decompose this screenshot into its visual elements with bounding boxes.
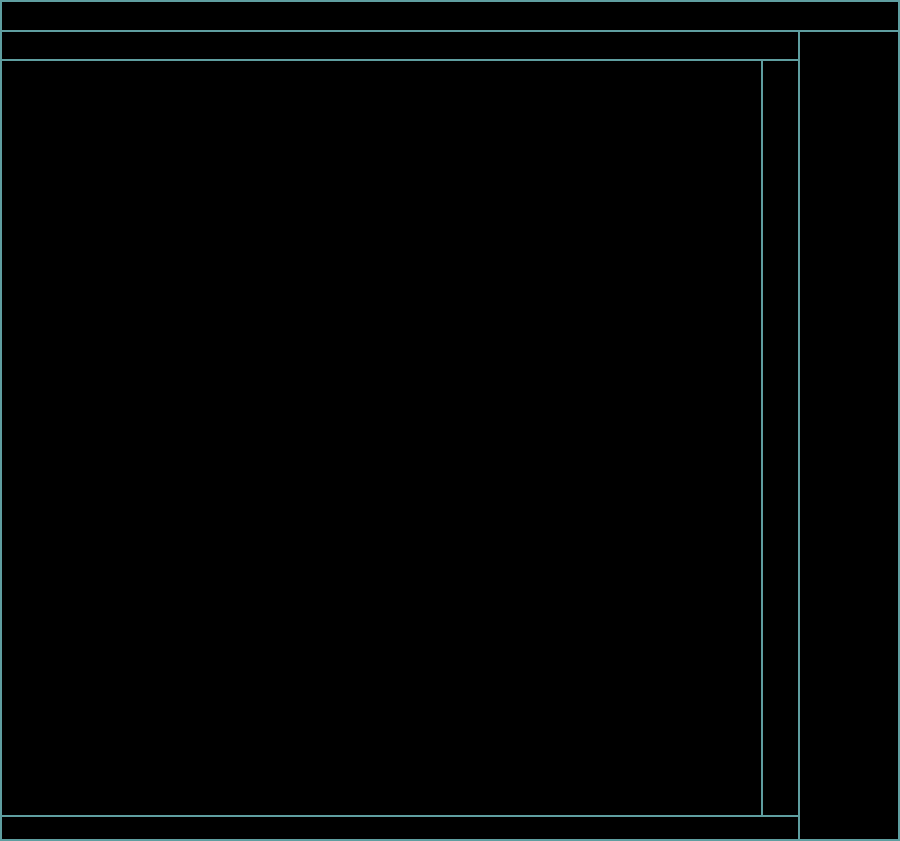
window-title <box>2 2 898 30</box>
divider <box>2 30 898 32</box>
right-axis <box>761 59 798 815</box>
radar-map[interactable] <box>2 59 761 815</box>
bottom-axis <box>2 815 798 841</box>
radar-viewer-window <box>0 0 900 841</box>
legend-sidebar <box>798 59 900 841</box>
